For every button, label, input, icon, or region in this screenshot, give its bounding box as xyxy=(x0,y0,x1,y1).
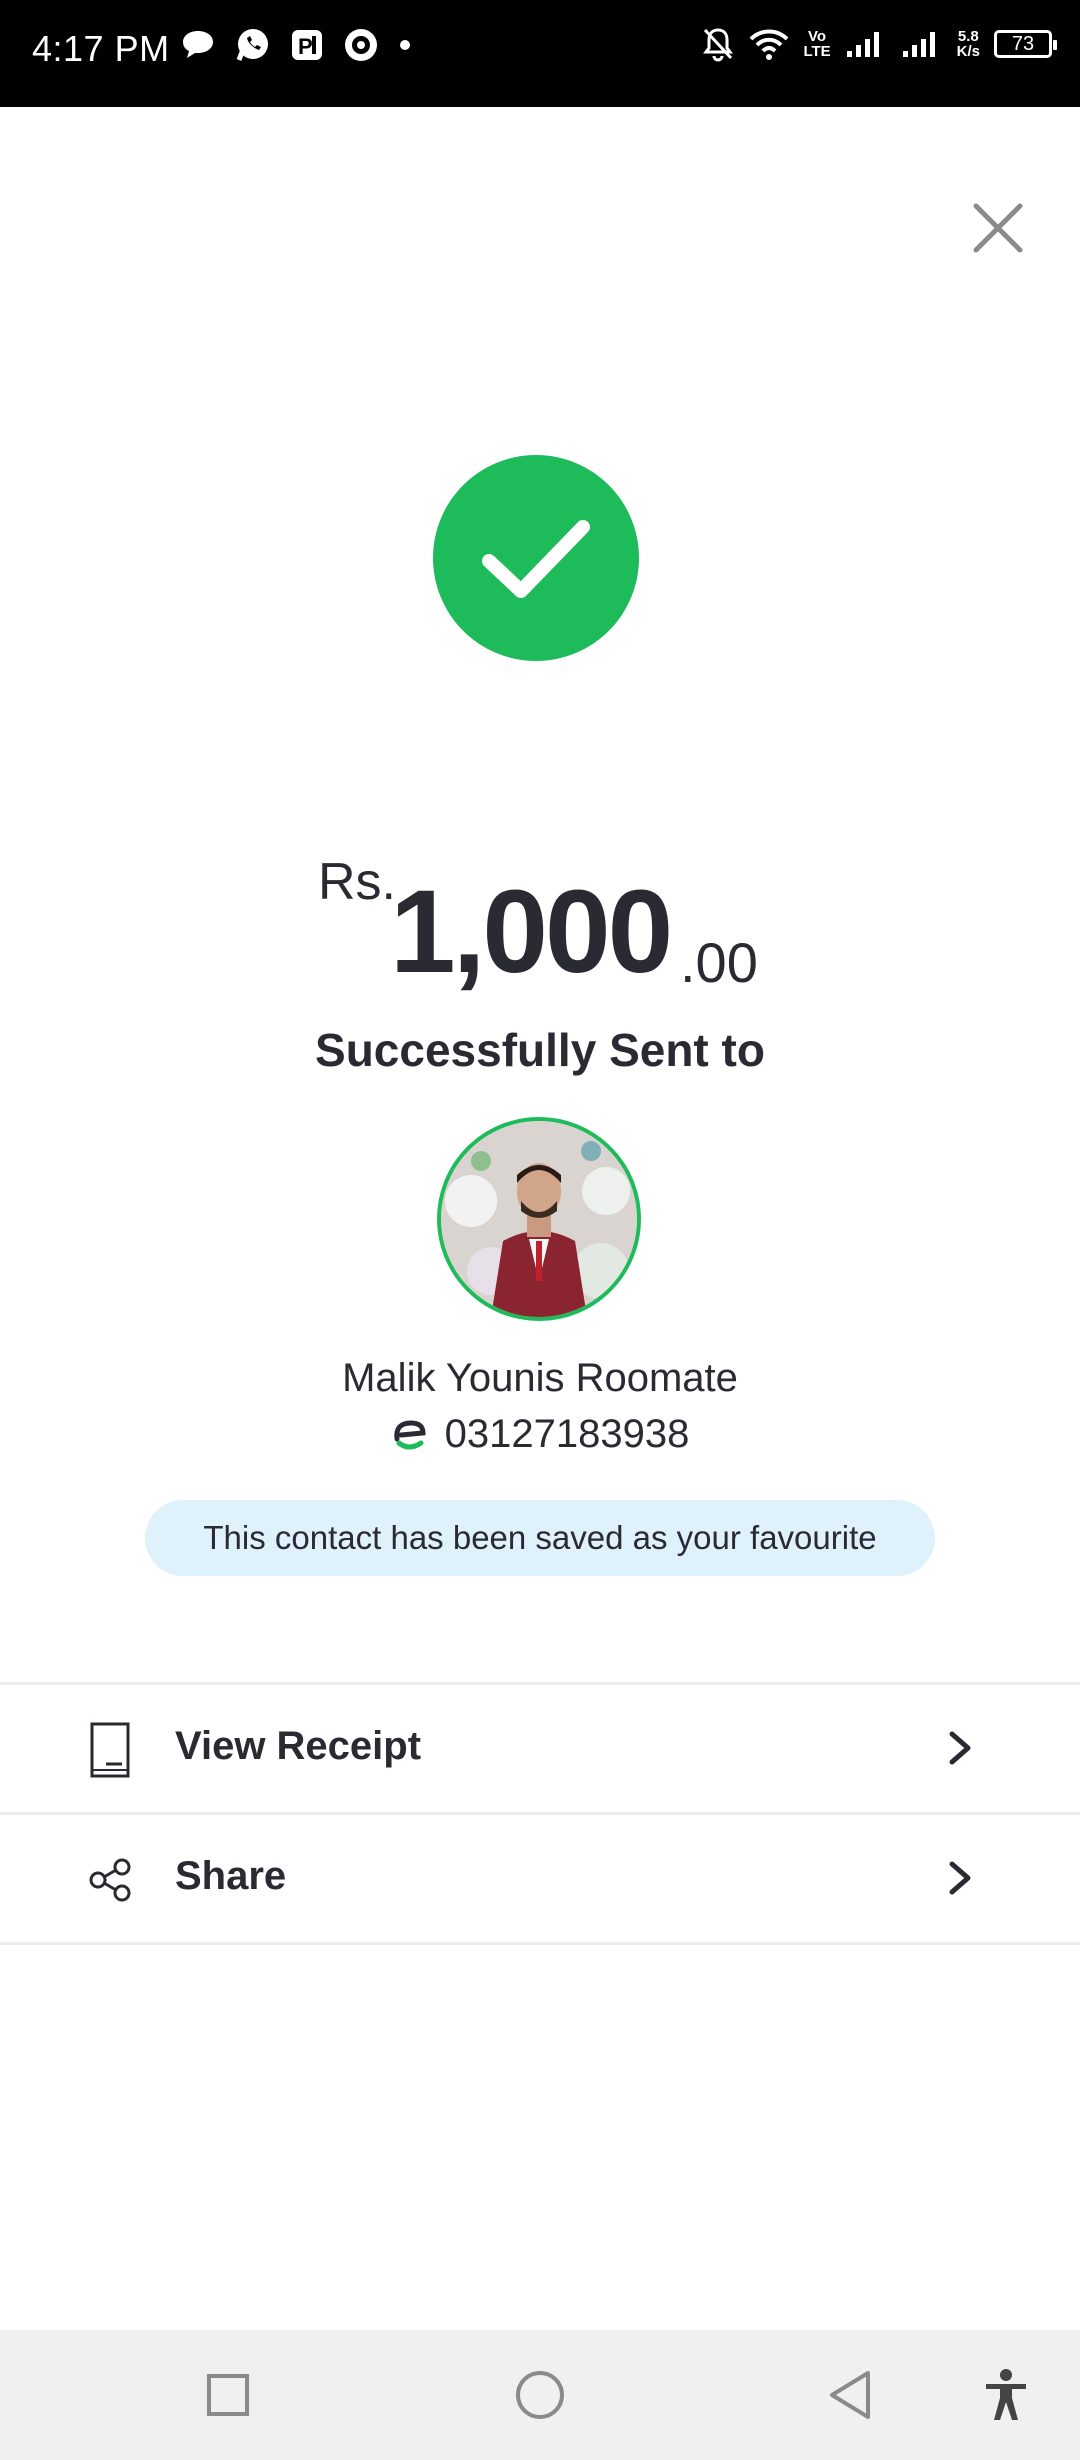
recents-button[interactable] xyxy=(193,2360,263,2430)
divider xyxy=(0,1682,1080,1685)
wifi-icon xyxy=(749,27,789,61)
view-receipt-label: View Receipt xyxy=(175,1724,422,1768)
network-speed: 5.8 K/s xyxy=(956,28,980,60)
home-circle-icon xyxy=(516,2371,564,2419)
amount-currency: Rs. xyxy=(318,853,396,911)
amount-decimals: .00 xyxy=(680,931,758,994)
system-navigation-bar xyxy=(0,2330,1080,2460)
favourite-notice: This contact has been saved as your favo… xyxy=(145,1500,935,1576)
status-system-icons: Vo LTE 5.8 K/s 73 xyxy=(701,26,1057,62)
close-button[interactable] xyxy=(962,192,1034,264)
recipient-avatar xyxy=(437,1117,641,1321)
recipient-account: 03127183938 xyxy=(0,1412,1080,1457)
chat-bubble-icon xyxy=(180,28,216,62)
signal-strength-2-icon xyxy=(901,29,943,59)
accessibility-icon xyxy=(986,2369,1026,2420)
amount-display: Rs. 1,000 .00 xyxy=(0,840,1080,1010)
status-bar: 4:17 PM P Vo LTE 5.8 K/s 73 xyxy=(0,0,1080,107)
back-triangle-icon xyxy=(830,2371,870,2419)
amount-value: 1,000 xyxy=(390,866,673,998)
battery-indicator: 73 xyxy=(994,30,1057,58)
chevron-right-icon xyxy=(940,1856,980,1900)
vpn-globe-icon xyxy=(342,26,380,64)
success-badge xyxy=(433,455,639,661)
notifications-off-icon xyxy=(701,26,735,62)
status-time: 4:17 PM xyxy=(32,28,170,69)
signal-strength-icon xyxy=(845,29,887,59)
check-icon xyxy=(482,520,590,598)
home-button[interactable] xyxy=(505,2360,575,2430)
view-receipt-row[interactable]: View Receipt xyxy=(0,1686,1080,1812)
share-row[interactable]: Share xyxy=(0,1816,1080,1942)
whatsapp-icon xyxy=(234,26,272,64)
app-p-icon: P xyxy=(290,28,324,62)
share-label: Share xyxy=(175,1854,287,1898)
close-icon xyxy=(973,203,1023,253)
recipient-name: Malik Younis Roomate xyxy=(342,1356,738,1400)
receipt-icon xyxy=(82,1722,138,1778)
accessibility-button[interactable] xyxy=(971,2360,1041,2430)
divider xyxy=(0,1942,1080,1945)
chevron-right-icon xyxy=(940,1726,980,1770)
volte-indicator: Vo LTE xyxy=(803,28,831,60)
status-notification-icons: P xyxy=(180,26,412,64)
easypaisa-icon xyxy=(393,1419,426,1449)
divider xyxy=(0,1812,1080,1815)
success-message: Successfully Sent to xyxy=(315,1024,765,1076)
back-button[interactable] xyxy=(815,2360,885,2430)
dot-icon xyxy=(398,38,412,52)
svg-text:P: P xyxy=(298,34,313,59)
share-icon xyxy=(82,1852,138,1908)
recents-square-icon xyxy=(207,2374,249,2416)
recipient-number: 03127183938 xyxy=(444,1412,690,1456)
